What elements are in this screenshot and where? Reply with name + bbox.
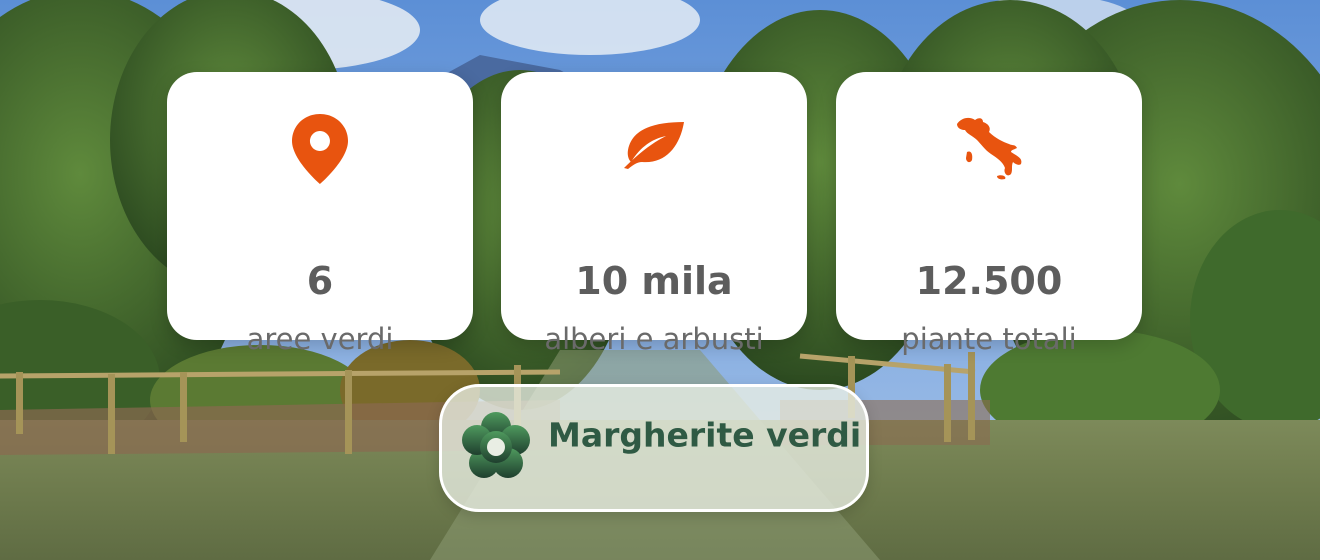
- stat-value: 10 mila: [575, 259, 733, 303]
- italy-map-icon: [836, 114, 1142, 188]
- stat-label: alberi e arbusti: [544, 322, 764, 356]
- stat-label: aree verdi: [246, 322, 394, 356]
- brand-badge[interactable]: Margherite verdi: [439, 384, 869, 512]
- stat-card-total-plants: 12.500 piante totali: [836, 72, 1142, 354]
- location-pin-icon: [167, 112, 473, 186]
- stat-label: piante totali: [901, 322, 1077, 356]
- stat-card-trees: 10 mila alberi e arbusti: [501, 72, 807, 354]
- stat-card-green-areas: 6 aree verdi: [167, 72, 473, 354]
- stat-value: 12.500: [915, 259, 1063, 303]
- flower-logo-icon: [460, 411, 532, 483]
- brand-name: Margherite verdi: [548, 415, 862, 455]
- stat-value: 6: [306, 259, 334, 303]
- leaf-icon: [501, 120, 807, 194]
